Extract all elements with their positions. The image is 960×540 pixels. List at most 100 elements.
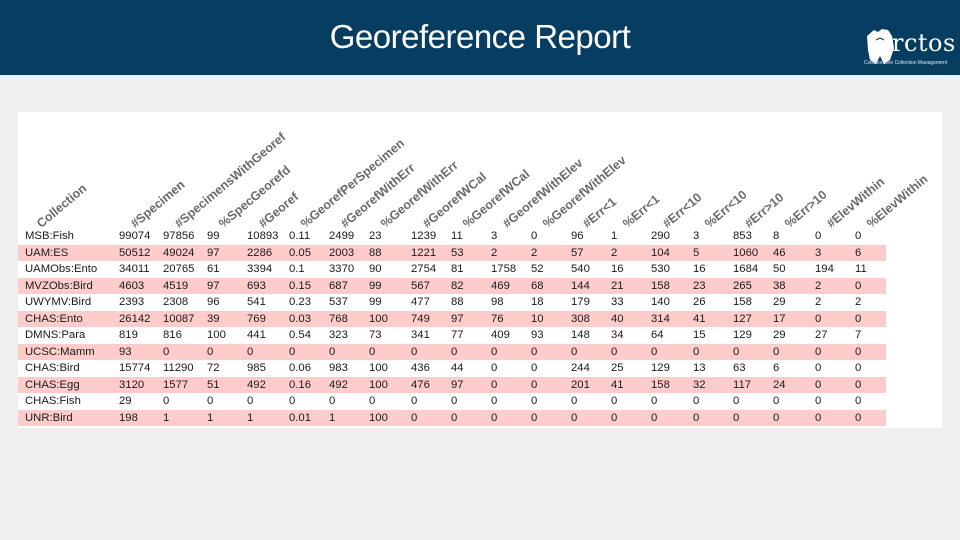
table-cell: 3 [815,246,822,259]
column-header[interactable]: #Err<1 [580,195,619,231]
table-cell: 41 [693,312,706,325]
column-header[interactable]: #Err<10 [660,190,704,230]
table-cell: 0 [491,345,498,358]
table-cell: 90 [369,263,382,275]
table-cell: 0 [693,411,700,424]
collection-cell[interactable]: CHAS:Egg [25,377,80,394]
table-cell: 4603 [119,279,145,292]
table-cell: 46 [773,246,786,259]
table-row: CHAS:Fish 29 0 0 0 0 0 0 0 0 0 0 0 0 0 0 0 0 0 0 [18,393,886,410]
table-cell: 0 [855,279,862,292]
table-cell: 98 [491,296,504,308]
table-cell: 21 [611,279,624,292]
table-cell: 2 [531,246,538,259]
page-title: Georeference Report [329,18,631,55]
table-cell: 8 [773,230,780,242]
table-cell: 26142 [119,312,151,325]
report-table-panel: Collection #Specimen #SpecimensWithGeoref%… [18,112,942,428]
table-cell: 2393 [119,296,145,308]
table-cell: 0 [855,312,862,325]
table-cell: 0 [693,345,700,358]
collection-cell[interactable]: MSB:Fish [25,228,74,245]
column-header[interactable]: %Err<1 [620,192,662,231]
table-cell: 53 [451,246,464,259]
table-cell: 2 [491,246,498,259]
collection-cell[interactable]: CHAS:Ento [25,311,83,328]
table-row: MVZObs:Bird 4603 4519 97 693 0.15 687 99 567 82 46… [18,277,886,295]
table-cell: 2308 [163,296,189,308]
table-row: CHAS:Ento 26142 10087 39 769 0.03 768 100 749 97 7… [18,310,886,328]
table-cell: 0 [815,411,822,424]
collection-cell[interactable]: CHAS:Bird [25,360,80,377]
table-cell: 10893 [247,230,279,242]
table-row: CHAS:Egg 3120 1577 51 492 0.16 492 100 476 97 0 0 20… [18,376,886,394]
table-cell: 314 [651,312,670,325]
table-cell: 140 [651,296,670,308]
column-header[interactable]: Collection [34,181,89,231]
collection-cell[interactable]: CHAS:Fish [25,393,81,410]
table-cell: 76 [491,312,504,325]
column-header[interactable]: %Err>10 [782,188,830,231]
table-cell: 768 [329,312,348,325]
collection-cell[interactable]: UWYMV:Bird [25,294,91,311]
table-cell: 33 [611,296,624,308]
table-cell: 0 [491,395,498,407]
table-cell: 64 [651,329,664,341]
column-header[interactable]: %Err<10 [702,188,750,231]
table-cell: 18 [531,296,544,308]
table-cell: 0 [531,378,538,391]
table-cell: 0 [773,345,780,358]
table-cell: 2286 [247,246,273,259]
table-cell: 2003 [329,246,355,259]
table-cell: 0 [163,395,170,407]
table-cell: 158 [651,378,670,391]
collection-cell[interactable]: UAMObs:Ento [25,261,97,278]
table-cell: 25 [611,362,624,374]
table-cell: 11 [855,263,867,275]
table-cell: 198 [119,411,138,424]
table-cell: 81 [451,263,464,275]
table-cell: 15 [693,329,706,341]
table-cell: 0.54 [289,329,311,341]
table-cell: 144 [571,279,590,292]
table-cell: 0 [611,411,618,424]
table-cell: 3120 [119,378,145,391]
table-cell: 117 [733,378,752,391]
table-cell: 24 [773,378,786,391]
table-cell: 0 [163,345,170,358]
table-cell: 0 [411,345,418,358]
table-cell: 0 [369,395,376,407]
table-cell: 0 [289,395,296,407]
table-cell: 194 [815,263,834,275]
table-cell: 567 [411,279,430,292]
collection-cell[interactable]: UNR:Bird [25,410,73,427]
table-cell: 88 [369,246,382,259]
table-cell: 244 [571,362,590,374]
slide-header: Georeference Report rctos Collaborative … [0,0,960,75]
collection-cell[interactable]: DMNS:Para [25,327,85,344]
table-cell: 99 [207,230,220,242]
table-cell: 99 [369,279,382,292]
collection-cell[interactable]: UAM:ES [25,245,68,262]
table-cell: 265 [733,279,752,292]
table-cell: 15774 [119,362,151,374]
table-cell: 2499 [329,230,355,242]
table-cell: 97 [207,279,220,292]
table-cell: 100 [369,312,388,325]
table-cell: 0 [815,378,822,391]
collection-cell[interactable]: UCSC:Mamm [25,344,95,361]
table-cell: 0 [531,345,538,358]
table-cell: 29 [773,296,786,308]
table-cell: 323 [329,329,348,341]
table-cell: 201 [571,378,590,391]
table-cell: 819 [119,329,138,341]
table-cell: 2 [815,296,822,308]
table-row: MSB:Fish 99074 97856 99 10893 0.11 2499 23 1239 1… [18,228,886,245]
table-cell: 96 [571,230,584,242]
table-cell: 100 [369,378,388,391]
collection-cell[interactable]: MVZObs:Bird [25,278,93,295]
table-cell: 41 [611,378,624,391]
table-cell: 68 [531,279,544,292]
table-cell: 20765 [163,263,195,275]
table-cell: 1758 [491,263,517,275]
